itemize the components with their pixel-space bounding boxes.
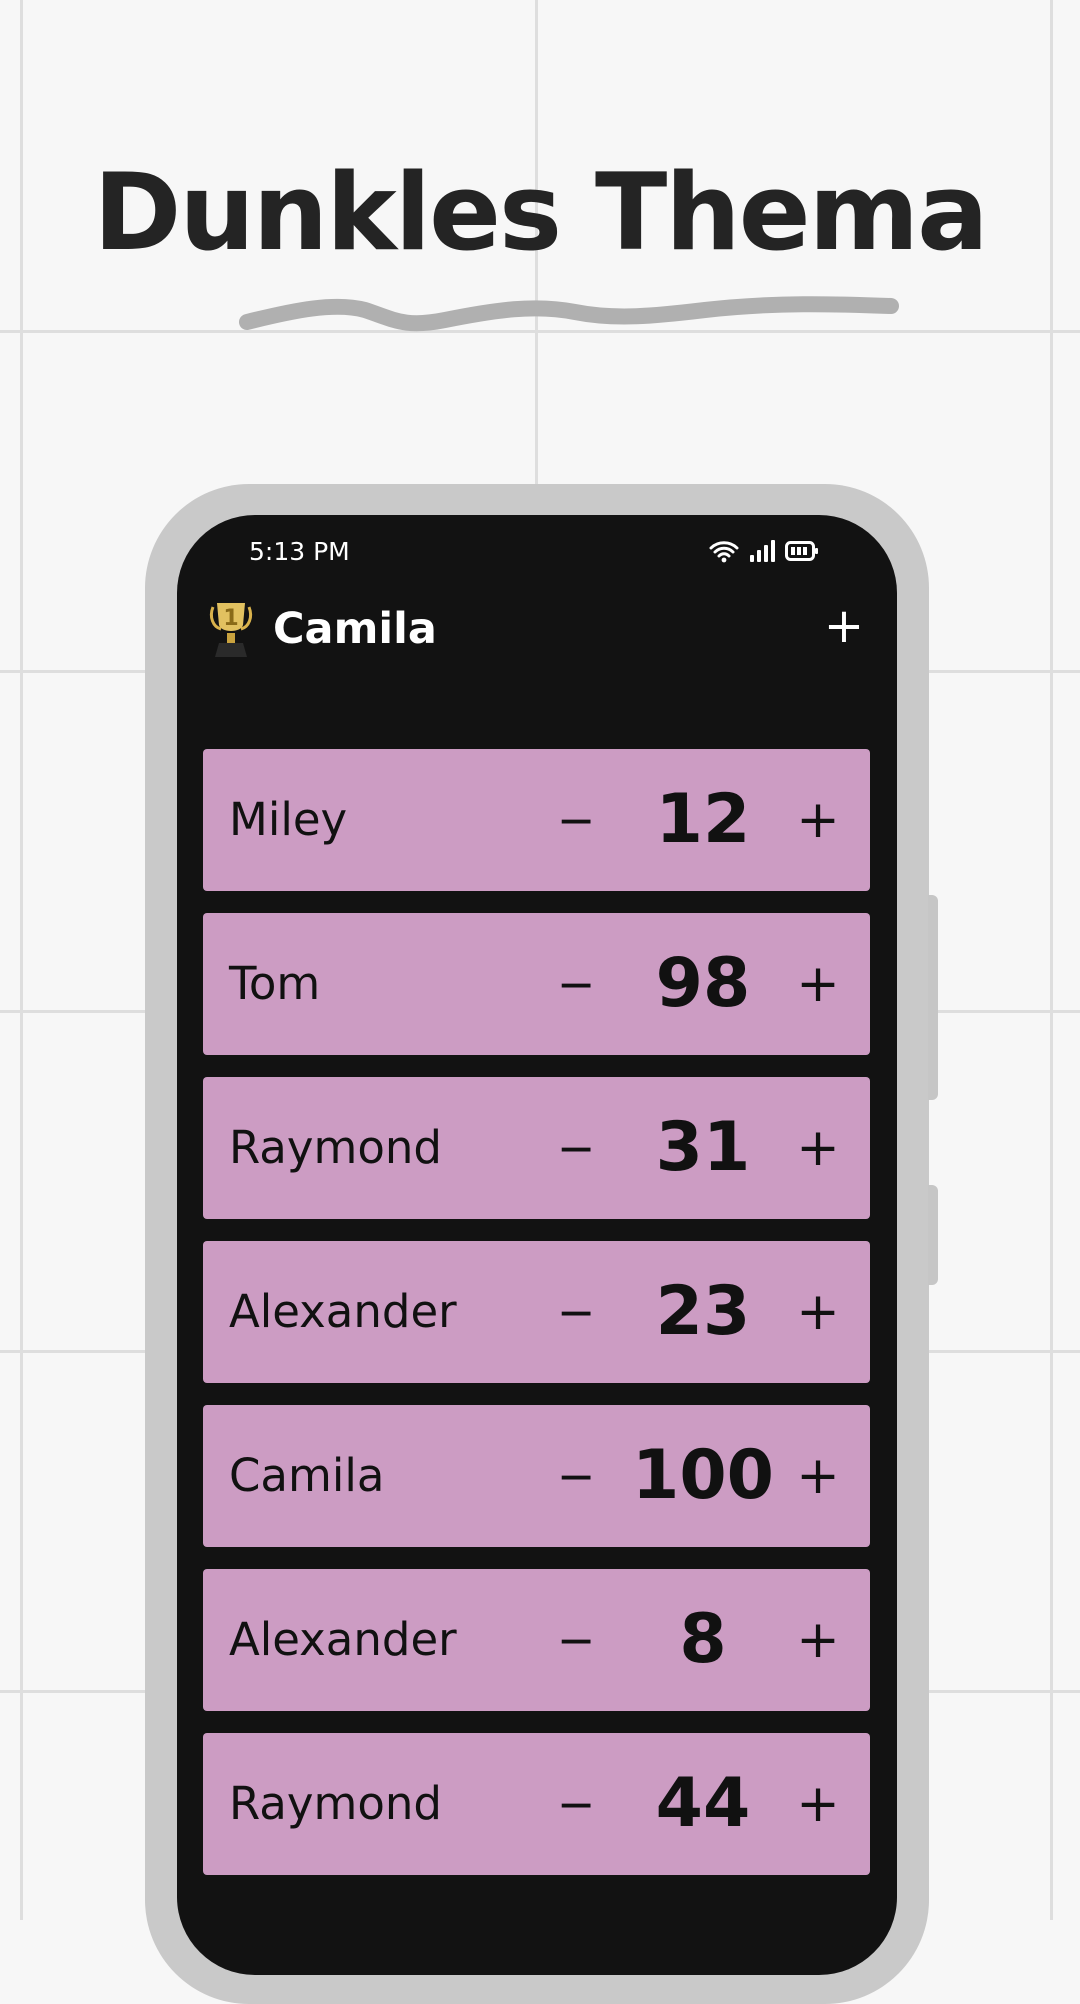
increment-button[interactable]: + [783, 947, 853, 1021]
phone-power-button [928, 1185, 938, 1285]
status-icons [709, 539, 819, 563]
increment-button[interactable]: + [783, 1603, 853, 1677]
player-card: Alexander − 23 + [203, 1241, 870, 1383]
phone-screen: 5:13 PM 1 Camila + Miley − 12 + Tom − 98… [177, 515, 897, 1975]
decrement-button[interactable]: − [541, 1603, 611, 1677]
add-player-button[interactable]: + [819, 601, 869, 651]
player-list: Miley − 12 + Tom − 98 + Raymond − 31 + A… [203, 749, 870, 1897]
cell-signal-icon [750, 540, 775, 562]
decrement-button[interactable]: − [541, 783, 611, 857]
player-name: Camila [229, 1449, 385, 1502]
increment-button[interactable]: + [783, 783, 853, 857]
player-card: Miley − 12 + [203, 749, 870, 891]
decrement-button[interactable]: − [541, 1439, 611, 1513]
leader-name: Camila [273, 604, 437, 654]
player-name: Alexander [229, 1285, 457, 1338]
player-card: Raymond − 31 + [203, 1077, 870, 1219]
player-name: Raymond [229, 1121, 442, 1174]
increment-button[interactable]: + [783, 1767, 853, 1841]
wifi-icon [709, 541, 739, 563]
player-card: Camila − 100 + [203, 1405, 870, 1547]
battery-icon [785, 541, 818, 561]
app-bar: 1 Camila + [177, 595, 897, 705]
player-score: 44 [655, 1764, 751, 1843]
player-card: Alexander − 8 + [203, 1569, 870, 1711]
player-name: Tom [229, 957, 321, 1010]
player-name: Alexander [229, 1613, 457, 1666]
decrement-button[interactable]: − [541, 1275, 611, 1349]
player-card: Raymond − 44 + [203, 1733, 870, 1875]
player-score: 23 [655, 1272, 751, 1351]
increment-button[interactable]: + [783, 1275, 853, 1349]
trophy-icon: 1 [209, 603, 253, 657]
background-grid-line [20, 0, 23, 1920]
decrement-button[interactable]: − [541, 947, 611, 1021]
decrement-button[interactable]: − [541, 1111, 611, 1185]
player-name: Raymond [229, 1777, 442, 1830]
increment-button[interactable]: + [783, 1111, 853, 1185]
decrement-button[interactable]: − [541, 1767, 611, 1841]
status-bar: 5:13 PM [177, 515, 897, 595]
player-score: 98 [655, 944, 751, 1023]
underline-squiggle [239, 296, 899, 332]
player-score: 31 [655, 1108, 751, 1187]
page-headline: Dunkles Thema [93, 151, 988, 274]
increment-button[interactable]: + [783, 1439, 853, 1513]
player-score: 8 [679, 1600, 727, 1679]
player-score: 12 [655, 780, 751, 859]
player-name: Miley [229, 793, 348, 846]
player-score: 100 [632, 1436, 774, 1515]
background-grid-line [1050, 0, 1053, 1920]
phone-volume-button [928, 895, 938, 1100]
player-card: Tom − 98 + [203, 913, 870, 1055]
status-time: 5:13 PM [249, 537, 350, 566]
svg-text:1: 1 [223, 606, 238, 631]
